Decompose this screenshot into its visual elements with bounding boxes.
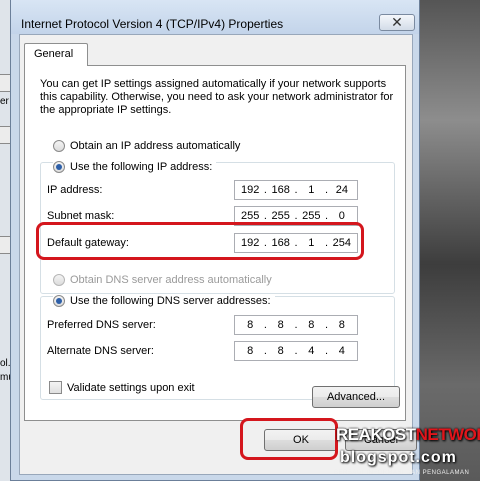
ip-octet: 255 xyxy=(302,210,321,222)
preferred-dns-label: Preferred DNS server: xyxy=(47,319,156,331)
ip-octet: 192 xyxy=(240,184,260,196)
watermark-domain: blogspot.com xyxy=(340,449,457,466)
ip-octet: 8 xyxy=(277,345,284,357)
ip-octet: 192 xyxy=(240,237,260,249)
alternate-dns-label: Alternate DNS server: xyxy=(47,345,154,357)
ip-address-input[interactable]: 192. 168. 1. 24 xyxy=(234,180,358,200)
ip-octet: 8 xyxy=(338,319,345,331)
general-tab-page: You can get IP settings assigned automat… xyxy=(24,65,406,421)
validate-settings-checkbox[interactable] xyxy=(49,381,62,394)
ip-octet: 24 xyxy=(335,184,348,196)
subnet-mask-input[interactable]: 255. 255. 255. 0 xyxy=(234,206,358,226)
ip-octet: 8 xyxy=(247,319,254,331)
ip-octet: 255 xyxy=(271,210,290,222)
preferred-dns-input[interactable]: 8. 8. 8. 8 xyxy=(234,315,358,335)
ip-octet: 8 xyxy=(277,319,284,331)
use-following-dns-radio[interactable] xyxy=(53,295,65,307)
window-title: Internet Protocol Version 4 (TCP/IPv4) P… xyxy=(21,17,284,31)
title-bar[interactable]: Internet Protocol Version 4 (TCP/IPv4) P… xyxy=(11,0,419,34)
use-following-dns-label: Use the following DNS server addresses: xyxy=(70,295,271,307)
ipv4-properties-dialog: Internet Protocol Version 4 (TCP/IPv4) P… xyxy=(10,0,420,481)
obtain-dns-auto-radio[interactable] xyxy=(53,274,65,286)
alternate-dns-input[interactable]: 8. 8. 4. 4 xyxy=(234,341,358,361)
obtain-ip-auto-label: Obtain an IP address automatically xyxy=(70,140,241,152)
obtain-dns-auto-label: Obtain DNS server address automatically xyxy=(70,274,272,286)
use-following-dns-option[interactable]: Use the following DNS server addresses: xyxy=(53,295,275,307)
background-text-fragment: ol. xyxy=(0,358,11,369)
close-button[interactable]: ✕ xyxy=(379,14,415,31)
ip-octet: 168 xyxy=(271,184,290,196)
ip-octet: 4 xyxy=(338,345,345,357)
subnet-mask-label: Subnet mask: xyxy=(47,210,115,222)
obtain-dns-auto-option[interactable]: Obtain DNS server address automatically xyxy=(53,274,276,286)
validate-settings-label: Validate settings upon exit xyxy=(67,381,195,394)
ip-octet: 168 xyxy=(271,237,290,249)
ip-octet: 0 xyxy=(338,210,345,222)
validate-settings-option[interactable]: Validate settings upon exit xyxy=(49,381,195,394)
ip-octet: 1 xyxy=(308,237,315,249)
close-icon: ✕ xyxy=(391,14,403,30)
ip-octet: 254 xyxy=(332,237,351,249)
advanced-button[interactable]: Advanced... xyxy=(312,386,400,408)
use-following-ip-label: Use the following IP address: xyxy=(70,161,213,173)
ip-octet: 1 xyxy=(308,184,315,196)
use-following-ip-radio[interactable] xyxy=(53,161,65,173)
background-text-fragment: er xyxy=(0,96,9,107)
desktop-wallpaper xyxy=(420,0,480,481)
obtain-ip-auto-option[interactable]: Obtain an IP address automatically xyxy=(53,140,244,152)
ip-octet: 8 xyxy=(308,319,315,331)
ip-address-label: IP address: xyxy=(47,184,103,196)
watermark-logo: REAKOSTNETWORK xyxy=(336,425,480,444)
ip-octet: 4 xyxy=(308,345,315,357)
dialog-client-area: General You can get IP settings assigned… xyxy=(19,34,417,475)
ip-octet: 255 xyxy=(240,210,260,222)
default-gateway-label: Default gateway: xyxy=(47,237,129,249)
use-following-ip-option[interactable]: Use the following IP address: xyxy=(53,161,217,173)
obtain-ip-auto-radio[interactable] xyxy=(53,140,65,152)
default-gateway-input[interactable]: 192. 168. 1. 254 xyxy=(234,233,358,253)
ok-button[interactable]: OK xyxy=(264,429,338,451)
watermark-tagline: BERBAGI INFORMASI DAN PENGALAMAN xyxy=(334,470,470,476)
tab-general[interactable]: General xyxy=(24,43,88,66)
ip-octet: 8 xyxy=(247,345,254,357)
description-text: You can get IP settings assigned automat… xyxy=(40,78,394,116)
